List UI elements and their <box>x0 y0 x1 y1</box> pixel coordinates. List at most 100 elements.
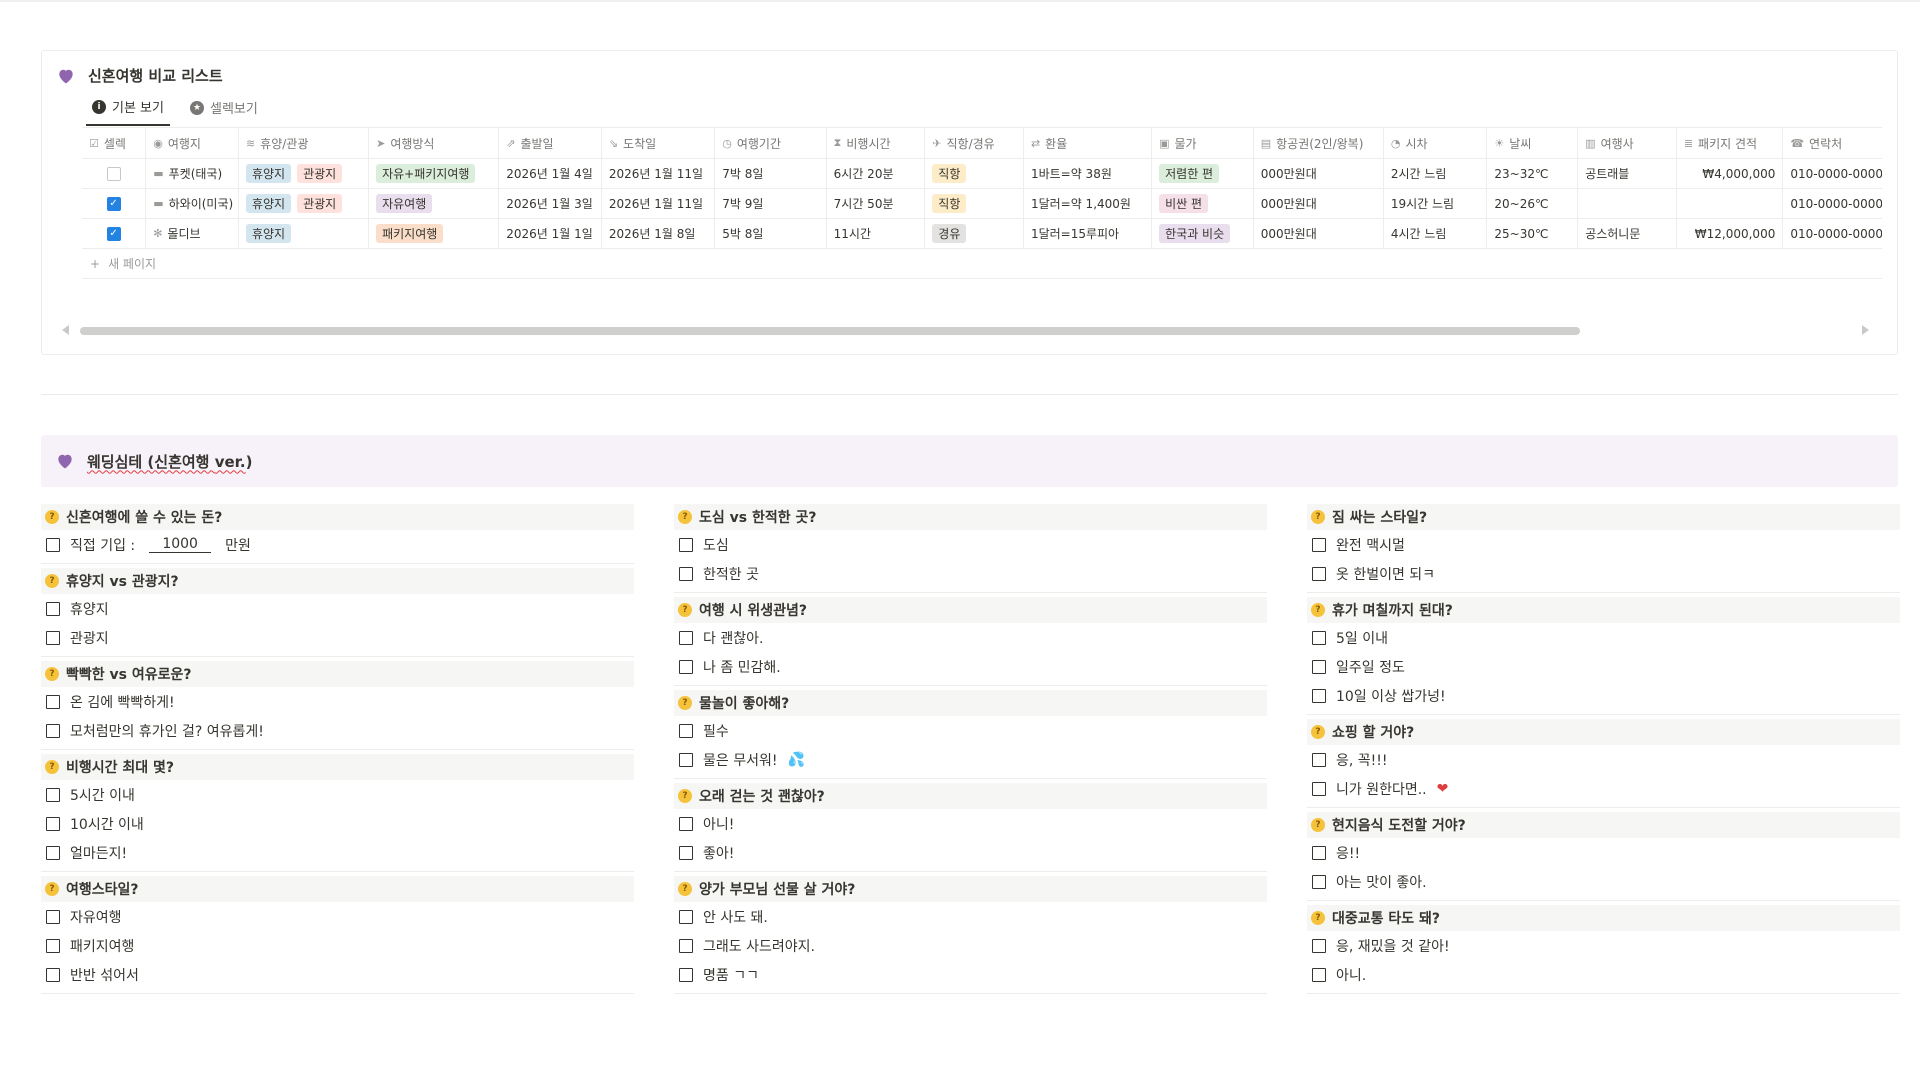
option-checkbox[interactable] <box>679 909 693 924</box>
scroll-right-arrow-icon[interactable] <box>1862 325 1869 335</box>
table-row[interactable]: ✓ ▬ 하와이(미국) 휴양지 관광지 자유여행 2026년 1월 3일 2026년 1월 1… <box>82 189 1882 219</box>
table-cell[interactable]: ✓ <box>82 189 147 218</box>
table-cell[interactable]: 2026년 1월 8일 <box>602 219 716 248</box>
column-header[interactable]: ▣ 물가 <box>1152 128 1254 158</box>
column-header[interactable]: ➤ 여행방식 <box>369 128 500 158</box>
option-item[interactable]: 명품 ㄱㄱ <box>674 960 1267 989</box>
table-cell[interactable]: 7시간 50분 <box>827 189 926 218</box>
option-item[interactable]: 10일 이상 쌉가넝! <box>1307 681 1900 710</box>
option-item[interactable]: 그래도 사드려야지. <box>674 931 1267 960</box>
table-cell[interactable]: 2026년 1월 11일 <box>602 159 716 188</box>
table-cell[interactable]: ✻ 몰디브 <box>146 219 239 248</box>
option-item[interactable]: 10시간 이내 <box>41 809 634 838</box>
table-cell[interactable]: 000만원대 <box>1254 159 1384 188</box>
option-item[interactable]: 필수 <box>674 716 1267 745</box>
option-item[interactable]: 5일 이내 <box>1307 623 1900 652</box>
option-item[interactable]: 나 좀 민감해. <box>674 652 1267 681</box>
option-item[interactable]: 완전 맥시멀 <box>1307 530 1900 559</box>
option-checkbox[interactable] <box>46 787 60 802</box>
option-checkbox[interactable] <box>1312 566 1326 581</box>
option-checkbox[interactable] <box>1312 967 1326 982</box>
horizontal-scrollbar[interactable] <box>80 327 1580 335</box>
option-checkbox[interactable] <box>679 967 693 982</box>
table-cell[interactable]: 2026년 1월 4일 <box>499 159 602 188</box>
table-cell[interactable]: 5박 8일 <box>715 219 827 248</box>
table-cell[interactable] <box>82 159 147 188</box>
table-cell[interactable]: 1달러=15루피아 <box>1024 219 1153 248</box>
option-item[interactable]: 일주일 정도 <box>1307 652 1900 681</box>
option-checkbox[interactable] <box>679 845 693 860</box>
table-cell[interactable]: 6시간 20분 <box>827 159 926 188</box>
option-item[interactable]: 응, 꼭!!! <box>1307 745 1900 774</box>
column-header[interactable]: ☀ 날씨 <box>1487 128 1579 158</box>
table-cell[interactable]: 2시간 느림 <box>1384 159 1488 188</box>
table-cell[interactable]: 25~30℃ <box>1487 219 1579 248</box>
option-checkbox[interactable] <box>679 630 693 645</box>
column-header[interactable]: ≣ 패키지 견적 <box>1677 128 1784 158</box>
select-checkbox[interactable]: ✓ <box>106 196 121 211</box>
table-cell[interactable]: 자유+패키지여행 <box>369 159 500 188</box>
option-item[interactable]: 반반 섞어서 <box>41 960 634 989</box>
table-cell[interactable]: 저렴한 편 <box>1152 159 1254 188</box>
option-checkbox[interactable] <box>1312 630 1326 645</box>
table-cell[interactable]: 010-0000-0000 <box>1783 159 1882 188</box>
column-header[interactable]: ⇗ 출발일 <box>499 128 602 158</box>
option-checkbox[interactable] <box>46 845 60 860</box>
table-cell[interactable]: ▬ 하와이(미국) <box>146 189 239 218</box>
table-cell[interactable]: 2026년 1월 3일 <box>499 189 602 218</box>
table-cell[interactable]: 11시간 <box>827 219 926 248</box>
option-checkbox[interactable] <box>1312 537 1326 552</box>
option-item[interactable]: 휴양지 <box>41 594 634 623</box>
option-checkbox[interactable] <box>46 537 60 552</box>
column-header[interactable]: ≋ 휴양/관광 <box>239 128 370 158</box>
table-cell[interactable]: 직항 <box>925 189 1024 218</box>
table-cell[interactable]: 2026년 1월 11일 <box>602 189 716 218</box>
table-cell[interactable]: 비싼 편 <box>1152 189 1254 218</box>
option-checkbox[interactable] <box>679 723 693 738</box>
option-item[interactable]: 아니. <box>1307 960 1900 989</box>
table-row[interactable]: ✓ ✻ 몰디브 휴양지 패키지여행 2026년 1월 1일 2026년 1월 8일 5박 8일… <box>82 219 1882 249</box>
column-header[interactable]: ⧗ 비행시간 <box>827 128 926 158</box>
option-checkbox[interactable] <box>1312 938 1326 953</box>
option-item[interactable]: 아는 맛이 좋아. <box>1307 867 1900 896</box>
table-cell[interactable]: ₩12,000,000 <box>1677 219 1784 248</box>
table-cell[interactable]: 공트래블 <box>1578 159 1677 188</box>
column-header[interactable]: ◔ 시차 <box>1384 128 1488 158</box>
option-checkbox[interactable] <box>679 938 693 953</box>
table-cell[interactable]: 한국과 비슷 <box>1152 219 1254 248</box>
option-item[interactable]: 물은 무서워! 💦 <box>674 745 1267 774</box>
table-cell[interactable]: ₩4,000,000 <box>1677 159 1784 188</box>
column-header[interactable]: ⇄ 환율 <box>1024 128 1153 158</box>
column-header[interactable]: ☑ 셀렉 <box>82 128 147 158</box>
table-cell[interactable]: 패키지여행 <box>369 219 500 248</box>
option-checkbox[interactable] <box>46 694 60 709</box>
option-item[interactable]: 관광지 <box>41 623 634 652</box>
table-cell[interactable]: 직항 <box>925 159 1024 188</box>
table-cell[interactable]: 공스허니문 <box>1578 219 1677 248</box>
option-checkbox[interactable] <box>1312 752 1326 767</box>
table-cell[interactable]: 7박 9일 <box>715 189 827 218</box>
table-row[interactable]: ▬ 푸켓(태국) 휴양지 관광지 자유+패키지여행 2026년 1월 4일 2026년 1월… <box>82 159 1882 189</box>
option-item[interactable]: 아니! <box>674 809 1267 838</box>
table-cell[interactable]: 000만원대 <box>1254 219 1384 248</box>
option-item[interactable]: 좋아! <box>674 838 1267 867</box>
option-checkbox[interactable] <box>679 752 693 767</box>
option-item[interactable]: 도심 <box>674 530 1267 559</box>
option-checkbox[interactable] <box>679 537 693 552</box>
table-cell[interactable] <box>1677 189 1784 218</box>
scroll-left-arrow-icon[interactable] <box>62 325 69 335</box>
column-header[interactable]: ☎ 연락처 <box>1783 128 1882 158</box>
option-item[interactable]: 자유여행 <box>41 902 634 931</box>
table-cell[interactable]: 7박 8일 <box>715 159 827 188</box>
option-item[interactable]: 모처럼만의 휴가인 걸? 여유롭게! <box>41 716 634 745</box>
table-cell[interactable]: 경유 <box>925 219 1024 248</box>
table-cell[interactable]: 23~32℃ <box>1487 159 1579 188</box>
option-item[interactable]: 응!! <box>1307 838 1900 867</box>
option-item[interactable]: 직접 기입 : 1000 만원 <box>41 530 634 559</box>
tab-select-view[interactable]: ★ 셀렉보기 <box>184 97 264 126</box>
column-header[interactable]: ▥ 여행사 <box>1578 128 1677 158</box>
option-item[interactable]: 얼마든지! <box>41 838 634 867</box>
option-item[interactable]: 응, 재밌을 것 같아! <box>1307 931 1900 960</box>
option-checkbox[interactable] <box>1312 874 1326 889</box>
column-header[interactable]: ✈ 직항/경유 <box>925 128 1024 158</box>
